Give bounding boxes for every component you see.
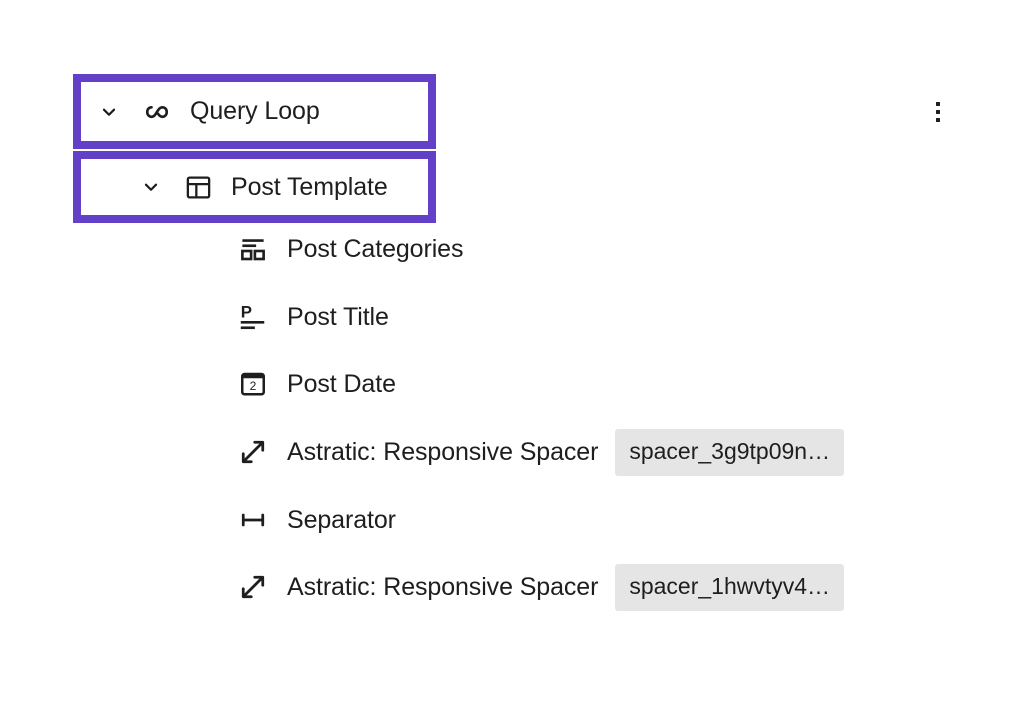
list-item-post-date[interactable]: 2 Post Date bbox=[0, 361, 1024, 407]
list-item-responsive-spacer[interactable]: Astratic: Responsive Spacer spacer_1hwvt… bbox=[0, 563, 1024, 611]
list-item-responsive-spacer[interactable]: Astratic: Responsive Spacer spacer_3g9tp… bbox=[0, 428, 1024, 476]
chevron-down-icon[interactable] bbox=[138, 174, 164, 200]
list-item-label: Astratic: Responsive Spacer bbox=[287, 572, 599, 601]
list-item-label: Post Title bbox=[287, 302, 389, 331]
svg-text:2: 2 bbox=[250, 379, 257, 393]
list-item-label: Astratic: Responsive Spacer bbox=[287, 437, 599, 466]
selected-block-group: Query Loop Post Template bbox=[73, 74, 436, 223]
list-item-label: Post Date bbox=[287, 369, 396, 398]
list-item-separator[interactable]: Separator bbox=[0, 497, 1024, 543]
list-item-post-categories[interactable]: Post Categories bbox=[0, 226, 1024, 272]
chevron-down-icon[interactable] bbox=[96, 99, 122, 125]
list-item-label: Post Template bbox=[231, 172, 388, 201]
list-item-query-loop[interactable]: Query Loop bbox=[73, 74, 436, 149]
responsive-spacer-icon bbox=[238, 572, 268, 602]
post-title-icon: P bbox=[238, 302, 268, 332]
kebab-menu-icon bbox=[936, 102, 940, 106]
kebab-menu-icon bbox=[936, 118, 940, 122]
list-item-label: Separator bbox=[287, 505, 396, 534]
separator-icon bbox=[238, 505, 268, 535]
block-name-badge: spacer_3g9tp09n… bbox=[615, 428, 845, 476]
block-name-badge: spacer_1hwvtyv4… bbox=[615, 563, 845, 611]
list-item-post-title[interactable]: P Post Title bbox=[0, 294, 1024, 340]
responsive-spacer-icon bbox=[238, 437, 268, 467]
post-template-icon bbox=[183, 172, 213, 202]
svg-text:P: P bbox=[241, 302, 252, 321]
loop-icon bbox=[142, 97, 172, 127]
list-item-label: Query Loop bbox=[190, 97, 320, 125]
list-item-label: Post Categories bbox=[287, 234, 464, 263]
post-categories-icon bbox=[238, 234, 268, 264]
post-date-icon: 2 bbox=[238, 369, 268, 399]
list-item-post-template[interactable]: Post Template bbox=[73, 151, 436, 223]
options-menu-button[interactable] bbox=[918, 92, 958, 132]
kebab-menu-icon bbox=[936, 110, 940, 114]
